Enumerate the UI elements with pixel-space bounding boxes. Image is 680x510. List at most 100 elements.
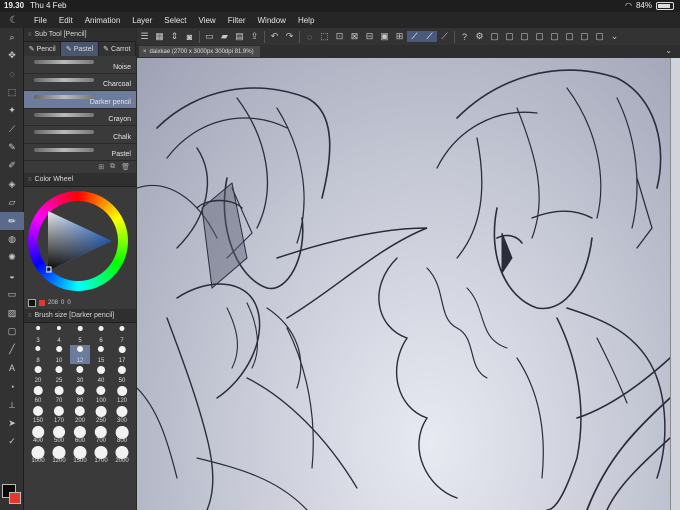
vector-icon[interactable]: ⟋ [437,31,452,42]
frame-icon[interactable]: ▢ [0,322,24,340]
copy-icon[interactable]: ⧉ [110,163,115,171]
brush-size-60[interactable]: 60 [28,385,48,404]
brush-size-1000[interactable]: 1000 [28,445,48,464]
app-logo-icon[interactable]: ☾ [0,15,28,26]
menu-view[interactable]: View [193,16,222,25]
eraser-icon[interactable]: ▱ [0,194,24,212]
sub-color-chip[interactable] [9,492,21,504]
correct-icon[interactable]: ✓ [0,433,24,451]
pen-icon[interactable]: ✎ [0,138,24,156]
brush-size-7[interactable]: 7 [112,325,132,344]
zoom-icon[interactable]: ⌕ [0,28,24,46]
new-file-icon[interactable]: ▭ [202,31,217,42]
color-wheel-panel-title[interactable]: ≡ Color Wheel [24,173,136,187]
stabilize-icon[interactable]: ⟋ [407,31,422,42]
brush-size-250[interactable]: 250 [91,405,111,424]
brush-size-400[interactable]: 400 [28,425,48,444]
brush-item-noise[interactable]: Noise [24,56,136,74]
brush-item-pastel[interactable]: Pastel [24,144,136,161]
blend-icon[interactable]: ◒ [0,267,24,285]
brush-size-500[interactable]: 500 [49,425,69,444]
chevron-down-icon[interactable]: ⌄ [607,31,622,42]
save-icon[interactable]: ▤ [232,31,247,42]
brush-size-30[interactable]: 30 [70,365,90,384]
lasso-icon[interactable]: ◌ [0,65,24,83]
gear-icon[interactable]: ⚙ [472,31,487,42]
subtool-tab-pencil[interactable]: ✎ Pencil [24,42,62,56]
menu-window[interactable]: Window [252,16,292,25]
wand-icon[interactable]: ✦ [0,102,24,120]
select-all-icon[interactable]: ⬚ [317,31,332,42]
brush-size-8[interactable]: 8 [28,345,48,364]
figure-icon[interactable]: ▭ [0,285,24,303]
airbrush-icon[interactable]: ◍ [0,230,24,248]
subtool-panel-title[interactable]: ≡ Sub Tool [Pencil] [24,28,136,42]
panel-b-icon[interactable]: ▢ [502,31,517,42]
brush-size-150[interactable]: 150 [28,405,48,424]
redo-icon[interactable]: ↷ [282,31,297,42]
menu-file[interactable]: File [28,16,53,25]
menu-animation[interactable]: Animation [79,16,127,25]
brush-size-15[interactable]: 15 [91,345,111,364]
text-icon[interactable]: A [0,359,24,377]
brush-size-1200[interactable]: 1200 [49,445,69,464]
brush-size-200[interactable]: 200 [70,405,90,424]
subtool-tab-carrot[interactable]: ✎ Carrot [99,42,136,56]
brush-size-20[interactable]: 20 [28,365,48,384]
brush-size-80[interactable]: 80 [70,385,90,404]
brush-size-17[interactable]: 17 [112,345,132,364]
move-icon[interactable]: ✥ [0,46,24,64]
panel-h-icon[interactable]: ▢ [592,31,607,42]
drawing-canvas[interactable] [137,58,670,510]
transform-icon[interactable]: ⊞ [392,31,407,42]
menu-layer[interactable]: Layer [126,16,158,25]
balloon-icon[interactable]: ◔ [0,377,24,395]
close-icon[interactable]: × [143,49,147,55]
color-chips[interactable] [2,484,22,506]
brush-size-70[interactable]: 70 [49,385,69,404]
brush-item-charcoal[interactable]: Charcoal [24,74,136,91]
brush-size-5[interactable]: 5 [70,325,90,344]
brush-size-120[interactable]: 120 [112,385,132,404]
line-icon[interactable]: ╱ [0,341,24,359]
pencil-icon[interactable]: ✏ [0,211,24,231]
select-icon[interactable]: ⬚ [0,83,24,101]
help-icon[interactable]: ? [457,32,472,42]
menu-edit[interactable]: Edit [53,16,79,25]
brush-item-chalk[interactable]: Chalk [24,126,136,144]
brush-size-6[interactable]: 6 [91,325,111,344]
brush-size-12[interactable]: 12 [70,345,90,364]
panel-a-icon[interactable]: ▢ [487,31,502,42]
chevron-down-icon[interactable]: ⌄ [665,46,672,55]
brush-size-10[interactable]: 10 [49,345,69,364]
eyedropper-icon[interactable]: ⟋ [0,120,24,138]
brush-size-600[interactable]: 600 [70,425,90,444]
panel-g-icon[interactable]: ▢ [577,31,592,42]
brush-size-100[interactable]: 100 [91,385,111,404]
menu-help[interactable]: Help [292,16,320,25]
brush-size-300[interactable]: 300 [112,405,132,424]
brush-size-4[interactable]: 4 [49,325,69,344]
panel-c-icon[interactable]: ▢ [517,31,532,42]
brush-size-25[interactable]: 25 [49,365,69,384]
brush-size-800[interactable]: 800 [112,425,132,444]
vertical-scrollbar[interactable] [670,58,680,510]
brush-size-panel-title[interactable]: ≡ Brush size [Darker pencil] [24,309,136,323]
brush-size-170[interactable]: 170 [49,405,69,424]
document-tab[interactable]: × daixkae (2700 x 3000px 300dpi 81.9%) [139,46,260,57]
brush-size-50[interactable]: 50 [112,365,132,384]
panel-f-icon[interactable]: ▢ [562,31,577,42]
brush-size-1700[interactable]: 1700 [91,445,111,464]
brush-item-darker-pencil[interactable]: Darker pencil [24,91,136,109]
delete-icon[interactable]: ⊟ [362,31,377,42]
open-icon[interactable]: ▰ [217,31,232,42]
brush-item-crayon[interactable]: Crayon [24,109,136,126]
undo-icon[interactable]: ↶ [267,31,282,42]
trash-icon[interactable]: 🗑 [121,163,130,171]
invert-selection-icon[interactable]: ⊠ [347,31,362,42]
panel-d-icon[interactable]: ▢ [532,31,547,42]
brush-size-1500[interactable]: 1500 [70,445,90,464]
stepper-icon[interactable]: ⇕ [167,31,182,42]
fill-icon[interactable]: ◈ [0,175,24,193]
brush-icon[interactable]: ✐ [0,157,24,175]
